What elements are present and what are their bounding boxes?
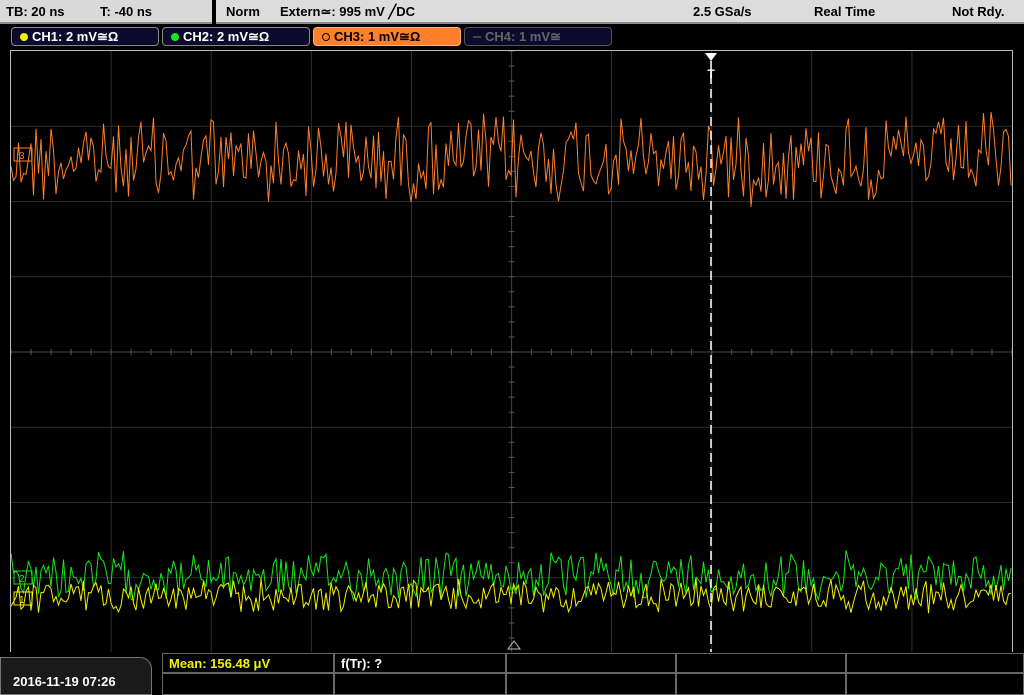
trigger-position-label: T: -40 ns: [100, 4, 153, 19]
trigger-marker-label: T: [707, 67, 715, 81]
ch4-dash-icon: [473, 36, 481, 38]
date-time[interactable]: 2016-11-19 07:26: [0, 657, 152, 695]
trigger-mode: Norm: [226, 4, 260, 19]
ch3-marker-label: 3: [19, 151, 25, 162]
graticule: [10, 50, 1013, 654]
measurement-slot-6[interactable]: [162, 673, 334, 695]
channel-button-ch3[interactable]: CH3: 1 mV≅Ω: [313, 27, 461, 46]
measurement-slot-9[interactable]: [676, 673, 846, 695]
sample-rate: 2.5 GSa/s: [693, 4, 752, 19]
waveform-canvas[interactable]: T 3 2 1: [10, 50, 1013, 654]
ch3-label: CH3: 1 mV≅Ω: [334, 29, 421, 44]
trigger-source: Extern≃: 995 mV ╱DC: [280, 4, 416, 19]
ch2-label: CH2: 2 mV≅Ω: [183, 29, 270, 44]
ch1-label: CH1: 2 mV≅Ω: [32, 29, 119, 44]
top-bar: TB: 20 ns T: -40 ns Norm Extern≃: 995 mV…: [0, 0, 1024, 24]
measurement-slot-8[interactable]: [506, 673, 676, 695]
ch2-dot-icon: [171, 33, 179, 41]
channel-button-ch4[interactable]: CH4: 1 mV≅: [464, 27, 612, 46]
channel-bar: CH1: 2 mV≅Ω CH2: 2 mV≅Ω CH3: 1 mV≅Ω CH4:…: [0, 25, 1024, 49]
waveform-display[interactable]: T 3 2 1: [10, 50, 1013, 654]
timebase-box[interactable]: TB: 20 ns T: -40 ns: [0, 0, 212, 24]
ch4-label: CH4: 1 mV≅: [485, 29, 561, 44]
channel-button-ch1[interactable]: CH1: 2 mV≅Ω: [11, 27, 159, 46]
measurement-mean[interactable]: Mean: 156.48 μV: [162, 653, 334, 673]
status-bar[interactable]: Norm Extern≃: 995 mV ╱DC 2.5 GSa/s Real …: [216, 0, 1024, 24]
measurement-slot-7[interactable]: [334, 673, 506, 695]
acquisition-state: Not Rdy.: [952, 4, 1005, 19]
ch3-dot-icon: [322, 33, 330, 41]
acquisition-mode: Real Time: [814, 4, 876, 19]
measurement-slot-10[interactable]: [846, 673, 1024, 695]
channel-button-ch2[interactable]: CH2: 2 mV≅Ω: [162, 27, 310, 46]
measurement-ftr[interactable]: f(Tr): ?: [334, 653, 506, 673]
timebase-label: TB: 20 ns: [6, 4, 65, 19]
ch2-marker-label: 2: [19, 574, 25, 585]
ch1-dot-icon: [20, 33, 28, 41]
measurement-slot-5[interactable]: [846, 653, 1024, 673]
horizontal-position-icon[interactable]: [507, 640, 521, 650]
trigger-arrow-icon[interactable]: [705, 53, 717, 61]
measurement-slot-4[interactable]: [676, 653, 846, 673]
measurement-slot-3[interactable]: [506, 653, 676, 673]
ch1-marker-label: 1: [19, 595, 25, 606]
